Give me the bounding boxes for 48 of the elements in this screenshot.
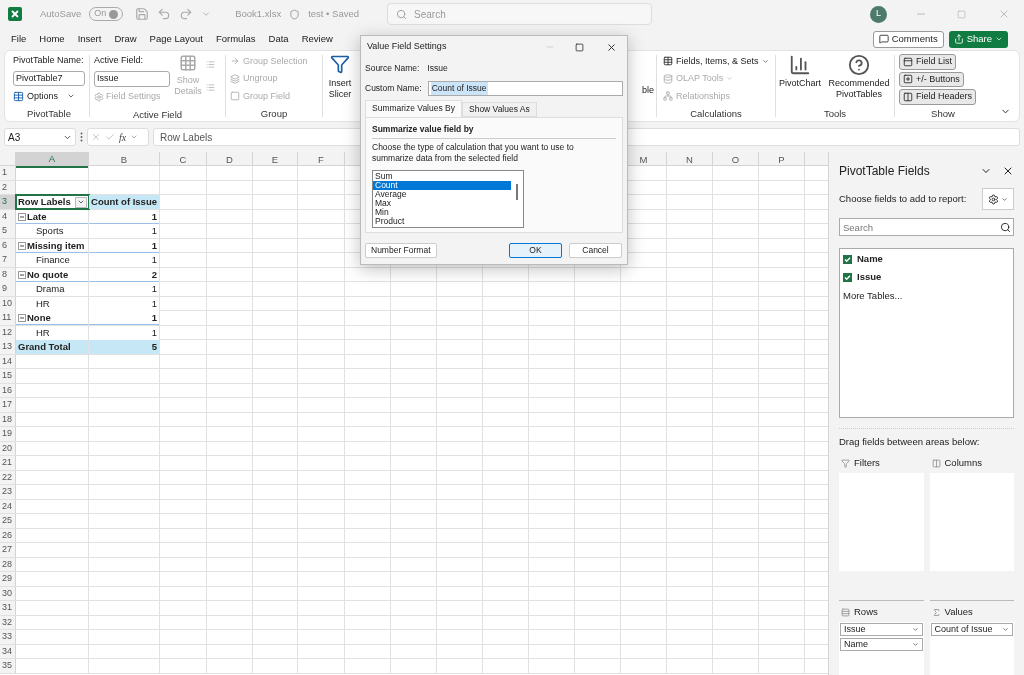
pane-title: PivotTable Fields (839, 163, 931, 180)
area-label: Columns (944, 456, 982, 471)
table-cell: 1 (151, 296, 157, 311)
group-label: Tools (823, 106, 847, 121)
area-label: Filters (854, 456, 880, 471)
table-cell: 1 (151, 238, 157, 253)
field-label: Source Name: (365, 62, 420, 75)
group-label: Calculations (690, 106, 742, 121)
area-label: Rows (854, 605, 878, 619)
field-name: Name (857, 252, 883, 266)
group-label: Show (931, 106, 955, 121)
group-label: Group (260, 106, 288, 121)
table-cell: 5 (151, 340, 157, 354)
drag-hint: Drag fields between areas below: (839, 436, 980, 447)
area-label: Values (944, 605, 973, 619)
table-cell-text: None (27, 311, 52, 325)
section-heading: Summarize value field by (372, 122, 616, 139)
field-label: Active Field: (94, 54, 145, 67)
field-value: Issue (427, 62, 448, 75)
table-cell-text: Grand Total (18, 340, 72, 354)
field-label: Custom Name: (365, 81, 422, 95)
table-cell: 1 (151, 253, 157, 267)
table-cell: Count of Issue (91, 195, 157, 209)
table-cell-text: Row Labels (18, 195, 72, 209)
description: Choose the type of calculation that you want to use to summarize data from the selected field (372, 141, 575, 164)
table-cell-text: Sports (36, 224, 65, 238)
table-cell: 1 (151, 311, 157, 325)
table-cell-text: No quote (27, 267, 70, 282)
table-cell-text: HR (36, 325, 51, 340)
group-label: PivotTable (27, 106, 71, 121)
table-cell-text: Finance (36, 253, 71, 267)
dialog-title: Value Field Settings (367, 40, 448, 54)
field-label: PivotTable Name: (13, 54, 85, 67)
autosave-label: AutoSave (40, 6, 82, 21)
table-cell-text: Missing item (27, 238, 86, 253)
table-cell: 1 (151, 282, 157, 296)
field-name: Issue (857, 270, 882, 285)
ribbon-text: ble (642, 84, 654, 98)
table-cell: 1 (151, 325, 157, 340)
table-cell-text: Drama (36, 282, 66, 296)
table-cell: 1 (151, 209, 157, 224)
pane-subtitle: Choose fields to add to report: (839, 191, 968, 206)
table-cell: 2 (151, 267, 157, 282)
table-cell-text: Late (27, 209, 48, 224)
table-cell-text: HR (36, 296, 51, 311)
group-label: Active Field (132, 107, 183, 122)
file-name: Book1.xlsx (235, 6, 282, 21)
table-cell: 1 (151, 224, 157, 238)
